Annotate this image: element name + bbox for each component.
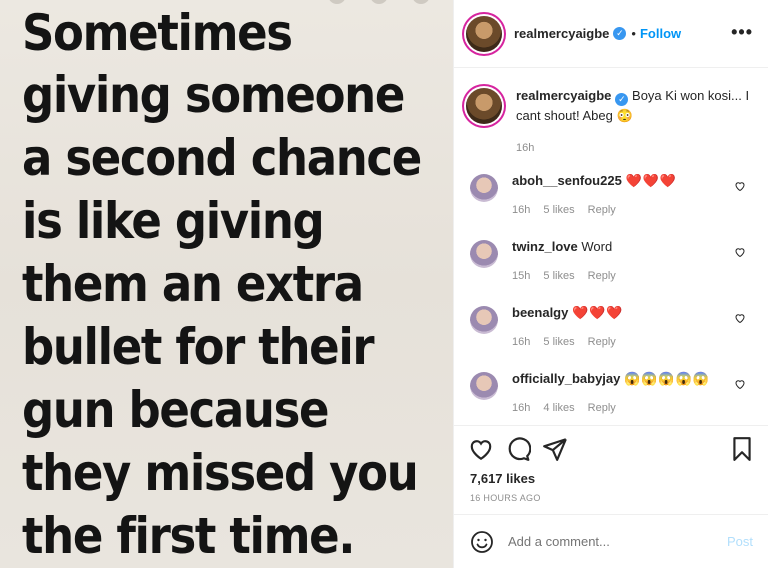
comment-likes[interactable]: 5 likes [543, 270, 574, 282]
comment-meta: 15h 5 likes Reply [512, 267, 760, 285]
share-paper-plane-icon[interactable] [542, 436, 568, 462]
quote-line: them an extra [22, 255, 364, 313]
quote-line: is like giving [22, 192, 325, 250]
comment-item: twinz_love Word 15h 5 likes Reply [470, 238, 760, 285]
avatar[interactable] [470, 372, 498, 400]
quote-line: gun because [22, 381, 330, 439]
quote-line: the first time. [22, 507, 355, 565]
quote-line: giving someone [22, 66, 405, 124]
comment-meta: 16h 5 likes Reply [512, 201, 760, 219]
quote-line: a second chance [22, 129, 422, 187]
comment-item: aboh__senfou225 ❤️❤️❤️ 16h 5 likes Reply [470, 172, 760, 219]
reply-button[interactable]: Reply [588, 402, 616, 414]
comment-body: officially_babyjay 😱😱😱😱😱 16h 4 likes Rep… [512, 370, 760, 417]
post-actions: 7,617 likes 16 HOURS AGO [454, 425, 768, 515]
avatar[interactable] [466, 15, 502, 52]
heart-icon[interactable] [734, 180, 746, 192]
comment-text: ❤️❤️❤️ [625, 173, 678, 188]
quote-line: they missed you [22, 444, 419, 502]
heart-icon[interactable] [734, 246, 746, 258]
comment-username[interactable]: beenalgy [512, 305, 568, 320]
more-options-icon[interactable]: ••• [731, 22, 753, 43]
comment-likes[interactable]: 5 likes [543, 336, 574, 348]
comment-username[interactable]: twinz_love [512, 239, 578, 254]
post-header: realmercyaigbe ✓ • Follow ••• [454, 0, 768, 68]
comment-input[interactable] [508, 534, 727, 549]
avatar[interactable] [466, 88, 502, 124]
comment-text: 😱😱😱😱😱 [624, 371, 710, 386]
caption-time: 16h [516, 142, 535, 154]
comment-time: 16h [512, 336, 531, 348]
quote-line: Sometimes [22, 4, 293, 62]
comment-bubble-icon[interactable] [505, 436, 531, 462]
comment-time: 16h [512, 204, 531, 216]
reply-button[interactable]: Reply [588, 204, 616, 216]
add-comment-bar: Post [454, 514, 768, 568]
header-username[interactable]: realmercyaigbe [514, 26, 609, 41]
comment-text: ❤️❤️❤️ [571, 305, 624, 320]
comment-meta: 16h 5 likes Reply [512, 333, 760, 351]
comment-username[interactable]: aboh__senfou225 [512, 173, 622, 188]
post-button[interactable]: Post [727, 534, 753, 549]
like-heart-icon[interactable] [468, 436, 494, 462]
verified-badge-icon: ✓ [613, 27, 627, 40]
post-timestamp: 16 HOURS AGO [470, 493, 541, 503]
separator-dot: • [631, 26, 636, 41]
avatar[interactable] [470, 174, 498, 202]
reply-button[interactable]: Reply [588, 336, 616, 348]
comment-time: 15h [512, 270, 531, 282]
comment-body: twinz_love Word 15h 5 likes Reply [512, 238, 760, 285]
comment-likes[interactable]: 5 likes [543, 204, 574, 216]
heart-icon[interactable] [734, 378, 746, 390]
reply-button[interactable]: Reply [588, 270, 616, 282]
likes-count[interactable]: 7,617 likes [470, 471, 535, 486]
caption-body: realmercyaigbe ✓ Boya Ki won kosi... I ca… [516, 86, 756, 158]
caption-username[interactable]: realmercyaigbe [516, 88, 611, 103]
emoji-smiley-icon[interactable] [470, 530, 494, 554]
heart-icon[interactable] [734, 312, 746, 324]
comment-item: beenalgy ❤️❤️❤️ 16h 5 likes Reply [470, 304, 760, 351]
comment-likes[interactable]: 4 likes [543, 402, 574, 414]
verified-badge-icon: ✓ [615, 93, 629, 106]
comment-text: Word [581, 239, 613, 254]
follow-button[interactable]: Follow [640, 26, 681, 41]
comment-body: beenalgy ❤️❤️❤️ 16h 5 likes Reply [512, 304, 760, 351]
post-image[interactable]: Sometimes giving someone a second chance… [0, 0, 453, 568]
post-sidebar: realmercyaigbe ✓ • Follow ••• realmercya… [453, 0, 768, 568]
comment-body: aboh__senfou225 ❤️❤️❤️ 16h 5 likes Reply [512, 172, 760, 219]
carousel-dots [328, 0, 430, 4]
bookmark-icon[interactable] [729, 436, 755, 462]
post-caption: realmercyaigbe ✓ Boya Ki won kosi... I ca… [466, 86, 756, 158]
comment-time: 16h [512, 402, 531, 414]
comment-username[interactable]: officially_babyjay [512, 371, 620, 386]
comment-item: officially_babyjay 😱😱😱😱😱 16h 4 likes Rep… [470, 370, 760, 417]
avatar[interactable] [470, 240, 498, 268]
comment-meta: 16h 4 likes Reply [512, 399, 760, 417]
quote-line: bullet for their [22, 318, 375, 376]
avatar[interactable] [470, 306, 498, 334]
